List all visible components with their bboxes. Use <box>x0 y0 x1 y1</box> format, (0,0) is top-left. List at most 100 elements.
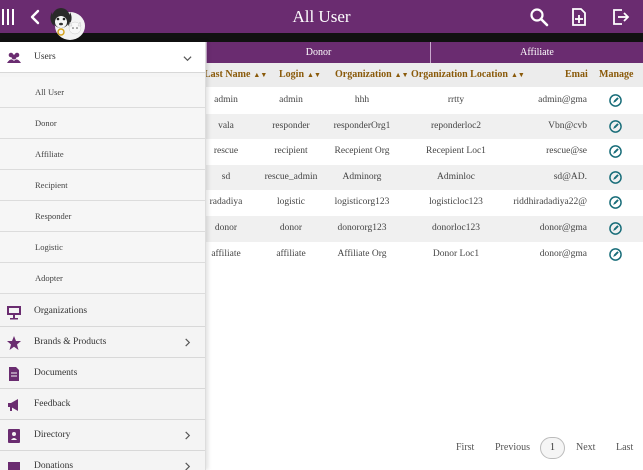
cell-organization: Adminorg <box>342 171 382 182</box>
cell-organization-location: donorloc123 <box>431 223 481 233</box>
cell-email: sd@AD. <box>553 171 587 182</box>
cell-login: logistic <box>277 197 305 208</box>
pager-first[interactable]: First <box>456 438 474 458</box>
pager-last[interactable]: Last <box>616 438 633 458</box>
cell-organization-location: Adminloc <box>437 171 475 182</box>
edit-icon[interactable] <box>609 145 622 159</box>
sidebar-subitem-logistic[interactable]: Logistic <box>0 232 205 263</box>
edit-icon[interactable] <box>609 170 622 184</box>
cell-last-name: rescue <box>213 146 239 157</box>
col-manage: Manage <box>599 69 634 80</box>
sidebar-item-directory[interactable]: Directory <box>0 420 205 451</box>
sidebar-item-feedback[interactable]: Feedback <box>0 389 205 420</box>
sidebar-subitem-donor[interactable]: Donor <box>0 108 205 139</box>
sidebar-item-label: Users <box>34 52 56 62</box>
sidebar-subitem-responder[interactable]: Responder <box>0 201 205 232</box>
table-row: sd rescue_admin Adminorg Adminloc sd@AD. <box>206 164 643 191</box>
document-icon <box>9 367 19 381</box>
cell-organization: responderOrg1 <box>333 120 391 131</box>
sidebar-item-users[interactable]: Users <box>0 42 205 73</box>
table-row: donor donor donororg123 donorloc123 donor@gm… <box>206 216 643 242</box>
col-email[interactable]: Emai <box>565 63 588 87</box>
pet-logo <box>50 8 85 40</box>
cell-organization-location: logisticloc123 <box>429 197 483 208</box>
table-row: admin admin hhh rrtty admin@gma <box>206 88 643 114</box>
cell-organization-location: reponderloc2 <box>430 120 482 131</box>
sidebar-item-label: Brands & Products <box>34 337 107 347</box>
search-icon[interactable] <box>529 7 549 27</box>
tab-affiliate[interactable]: Affiliate <box>430 42 643 63</box>
col-last-name[interactable]: Last Name ▲▼ <box>204 63 267 87</box>
donation-icon <box>8 462 20 470</box>
col-organization[interactable]: Organization ▲▼ <box>335 63 409 87</box>
sidebar-subitem-affiliate[interactable]: Affiliate <box>0 139 205 170</box>
sidebar-item-label: Organizations <box>34 306 88 316</box>
chevron-right-icon <box>185 431 191 440</box>
sidebar-item-organizations[interactable]: Organizations <box>0 296 205 327</box>
logout-icon[interactable] <box>610 7 630 27</box>
cell-organization: donororg123 <box>337 223 387 233</box>
add-page-icon[interactable] <box>569 7 589 27</box>
tab-donor[interactable]: Donor <box>206 42 430 63</box>
pager-current[interactable]: 1 <box>540 437 565 459</box>
sidebar-item-donations[interactable]: Donations <box>0 451 205 470</box>
sidebar-item-label: Directory <box>34 430 71 440</box>
cell-organization-location: rrtty <box>447 95 465 105</box>
cell-last-name: sd <box>221 171 231 182</box>
edit-icon[interactable] <box>609 119 622 133</box>
cell-organization: Affiliate Org <box>337 248 387 259</box>
header-strip <box>0 33 643 42</box>
users-icon <box>7 52 21 63</box>
cell-organization: hhh <box>354 95 370 105</box>
col-organization-location[interactable]: Organization Location ▲▼ <box>411 63 525 87</box>
chevron-down-icon <box>183 56 192 62</box>
cell-email: Vbn@cvb <box>548 120 587 131</box>
star-icon <box>7 336 21 350</box>
chevron-right-icon <box>185 338 191 347</box>
edit-icon[interactable] <box>609 196 622 210</box>
table-row: radadiya logistic logisticorg123 logisticlo… <box>206 190 643 216</box>
cell-email: rescue@se <box>546 146 587 157</box>
sidebar-item-documents[interactable]: Documents <box>0 358 205 389</box>
cell-email: donor@gma <box>539 248 587 259</box>
cell-login: responder <box>272 120 310 131</box>
cell-organization: logisticorg123 <box>334 197 390 208</box>
sidebar-subitem-recipient[interactable]: Recipient <box>0 170 205 201</box>
user-type-tabs: Donor Affiliate <box>206 42 643 63</box>
sidebar-item-brands-products[interactable]: Brands & Products <box>0 327 205 358</box>
megaphone-icon <box>8 399 18 411</box>
cell-organization-location: Recepient Loc1 <box>426 146 486 157</box>
edit-icon[interactable] <box>609 247 622 261</box>
cell-login: donor <box>279 223 303 233</box>
table-header: Last Name ▲▼ Login ▲▼ Organization ▲▼ Organ… <box>204 63 643 87</box>
cell-last-name: affiliate <box>211 248 241 259</box>
sidebar-item-label: Donations <box>34 461 74 470</box>
table-row: vala responder responderOrg1 reponderloc2 Vb… <box>206 113 643 140</box>
edit-icon[interactable] <box>609 222 622 235</box>
cell-organization: Recepient Org <box>334 146 390 157</box>
edit-icon[interactable] <box>609 94 622 107</box>
sidebar-item-label: Feedback <box>34 399 71 409</box>
cell-login: affiliate <box>276 248 306 259</box>
sidebar-subitem-adopter[interactable]: Adopter <box>0 263 205 294</box>
cell-last-name: vala <box>218 120 234 131</box>
sidebar-subitem-all-user[interactable]: All User <box>0 77 205 108</box>
cell-email: riddhiradadiya22@ <box>513 197 587 208</box>
pager-previous[interactable]: Previous <box>495 438 530 458</box>
pager-next[interactable]: Next <box>576 438 595 458</box>
chevron-right-icon <box>185 462 191 470</box>
cell-last-name: radadiya <box>209 197 243 208</box>
cell-last-name: admin <box>214 95 238 105</box>
cell-login: admin <box>279 95 303 105</box>
sidebar-item-label: Documents <box>34 368 78 378</box>
cell-email: admin@gma <box>538 95 587 105</box>
app-header: All User <box>0 0 643 33</box>
cell-last-name: donor <box>214 223 238 233</box>
organization-icon <box>7 306 21 320</box>
col-login[interactable]: Login ▲▼ <box>279 63 321 87</box>
directory-icon <box>8 429 20 443</box>
cell-email: donor@gma <box>539 223 587 233</box>
sidebar: Users All User Donor Affiliate Recipient… <box>0 42 206 470</box>
cell-login: recipient <box>274 146 308 157</box>
cell-organization-location: Donor Loc1 <box>432 248 480 259</box>
